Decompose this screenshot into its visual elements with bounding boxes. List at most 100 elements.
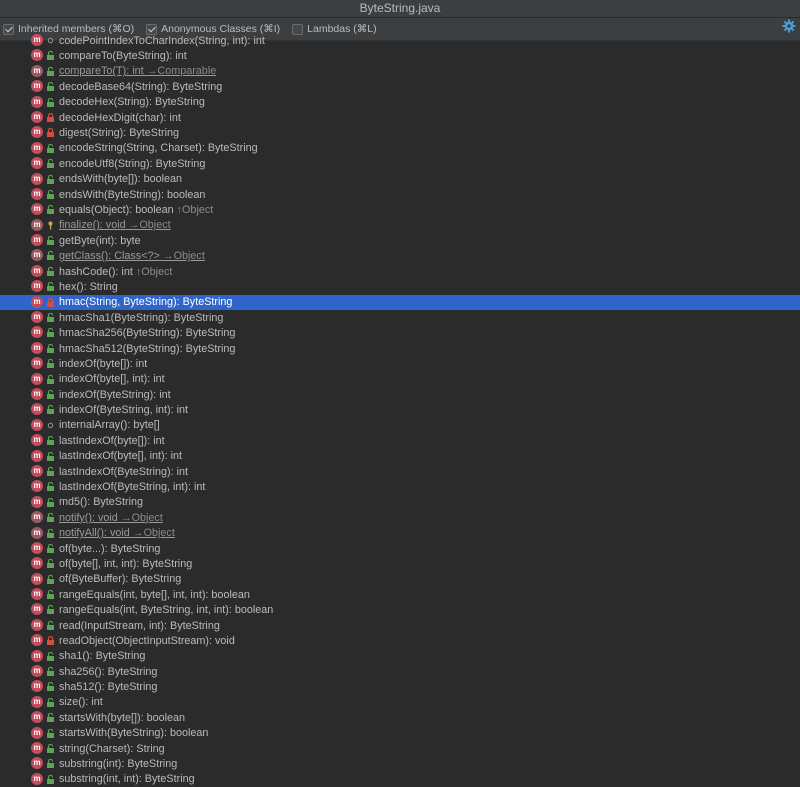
member-row[interactable]: m lastIndexOf(ByteString, int): int <box>0 479 800 494</box>
member-row[interactable]: m of(byte...): ByteString <box>0 541 800 556</box>
member-row[interactable]: m rangeEquals(int, byte[], int, int): boo… <box>0 587 800 602</box>
member-row[interactable]: m lastIndexOf(byte[], int): int <box>0 449 800 464</box>
member-row[interactable]: m hex(): String <box>0 279 800 294</box>
member-row[interactable]: m rangeEquals(int, ByteString, int, int):… <box>0 602 800 617</box>
unlock-icon <box>46 482 55 492</box>
method-icon: m <box>31 95 43 108</box>
method-icon: m <box>31 541 43 554</box>
member-row[interactable]: m finalize(): void →Object <box>0 218 800 233</box>
member-row[interactable]: m read(InputStream, int): ByteString <box>0 618 800 633</box>
unlock-icon <box>46 174 55 184</box>
member-signature-text: lastIndexOf(byte[]): int <box>59 434 165 447</box>
member-row[interactable]: m sha1(): ByteString <box>0 649 800 664</box>
member-row[interactable]: m encodeUtf8(String): ByteString <box>0 156 800 171</box>
method-icon: m <box>31 311 43 324</box>
member-row[interactable]: m sha256(): ByteString <box>0 664 800 679</box>
member-row[interactable]: m hmacSha1(ByteString): ByteString <box>0 310 800 325</box>
member-row[interactable]: m encodeString(String, Charset): ByteStri… <box>0 141 800 156</box>
member-row[interactable]: m md5(): ByteString <box>0 495 800 510</box>
member-row[interactable]: m indexOf(ByteString): int <box>0 387 800 402</box>
member-signature-text: hashCode(): int <box>59 265 133 278</box>
unlock-icon <box>46 312 55 323</box>
method-icon: m <box>31 326 43 339</box>
member-row[interactable]: m compareTo(ByteString): int <box>0 48 800 63</box>
member-signature-text: lastIndexOf(byte[], int): int <box>59 450 183 463</box>
member-row[interactable]: m decodeHexDigit(char): int <box>0 110 800 125</box>
unlock-icon <box>46 251 55 261</box>
unlock-icon <box>46 451 55 461</box>
member-row[interactable]: m hmacSha512(ByteString): ByteString <box>0 341 800 356</box>
member-row[interactable]: m substring(int): ByteString <box>0 756 800 771</box>
member-row[interactable]: m codePointIndexToCharIndex(String, int):… <box>0 33 800 48</box>
key-icon <box>46 221 55 230</box>
lock-icon <box>46 297 55 307</box>
method-icon: m <box>31 249 43 262</box>
method-icon: m <box>31 726 43 739</box>
member-row[interactable]: m internalArray(): byte[] <box>0 418 800 433</box>
method-icon: m <box>31 64 43 77</box>
member-signature-text: hmacSha1(ByteString): ByteString <box>59 311 224 324</box>
member-row[interactable]: m notify(): void →Object <box>0 510 800 525</box>
method-icon: m <box>31 418 43 431</box>
member-row[interactable]: m endsWith(ByteString): boolean <box>0 187 800 202</box>
member-row[interactable]: m substring(int, int): ByteString <box>0 772 800 787</box>
member-row[interactable]: m hashCode(): int ↑Object <box>0 264 800 279</box>
member-row[interactable]: m startsWith(ByteString): boolean <box>0 726 800 741</box>
unlock-icon <box>46 651 55 661</box>
member-row[interactable]: m lastIndexOf(ByteString): int <box>0 464 800 479</box>
method-icon: m <box>31 572 43 585</box>
unlock-icon <box>46 774 55 784</box>
member-row[interactable]: m compareTo(T): int →Comparable <box>0 64 800 79</box>
member-row[interactable]: m sha512(): ByteString <box>0 679 800 694</box>
member-row[interactable]: m decodeBase64(String): ByteString <box>0 79 800 94</box>
member-signature-text: endsWith(byte[]): boolean <box>59 173 183 186</box>
member-row[interactable]: m lastIndexOf(byte[]): int <box>0 433 800 448</box>
member-row[interactable]: m getClass(): Class<?> →Object <box>0 248 800 263</box>
member-row[interactable]: m of(byte[], int, int): ByteString <box>0 556 800 571</box>
gear-icon[interactable] <box>782 19 796 33</box>
member-row[interactable]: m endsWith(byte[]): boolean <box>0 172 800 187</box>
member-row[interactable]: m decodeHex(String): ByteString <box>0 95 800 110</box>
member-row[interactable]: m indexOf(ByteString, int): int <box>0 402 800 417</box>
unlock-icon <box>46 158 55 169</box>
member-row[interactable]: m notifyAll(): void →Object <box>0 526 800 541</box>
member-signature-text: endsWith(ByteString): boolean <box>59 188 206 201</box>
member-signature: hex(): String <box>59 281 118 293</box>
member-signature-text: substring(int): ByteString <box>59 758 178 771</box>
member-row[interactable]: m hmac(String, ByteString): ByteString <box>0 294 800 311</box>
member-signature-text: string(Charset): String <box>59 742 165 755</box>
method-icon: m <box>31 403 43 416</box>
member-signature: size(): int <box>59 696 103 708</box>
method-icon: m <box>31 464 43 477</box>
member-row[interactable]: m size(): int <box>0 695 800 710</box>
member-signature-text: sha512(): ByteString <box>59 681 158 694</box>
member-row[interactable]: m hmacSha256(ByteString): ByteString <box>0 325 800 340</box>
method-icon: m <box>31 218 43 231</box>
unlock-icon <box>46 605 55 615</box>
member-row[interactable]: m getByte(int): byte <box>0 233 800 248</box>
member-row[interactable]: m of(ByteBuffer): ByteString <box>0 572 800 587</box>
member-row[interactable]: m equals(Object): boolean ↑Object <box>0 202 800 217</box>
unlock-icon <box>46 559 55 569</box>
member-row[interactable]: m indexOf(byte[], int): int <box>0 372 800 387</box>
unlock-icon <box>46 620 55 630</box>
unlock-icon <box>46 81 55 92</box>
member-signature: hmacSha1(ByteString): ByteString <box>59 312 223 324</box>
member-signature: sha256(): ByteString <box>59 666 157 678</box>
member-signature-text: decodeBase64(String): ByteString <box>59 80 223 93</box>
member-row[interactable]: m string(Charset): String <box>0 741 800 756</box>
unlock-icon <box>46 682 55 692</box>
member-origin: ↑Object <box>176 203 214 216</box>
method-icon: m <box>31 695 43 708</box>
structure-member-list[interactable]: m codePointIndexToCharIndex(String, int):… <box>0 33 800 787</box>
member-row[interactable]: m startsWith(byte[]): boolean <box>0 710 800 725</box>
member-row[interactable]: m readObject(ObjectInputStream): void <box>0 633 800 648</box>
member-signature: indexOf(byte[]): int <box>59 358 147 370</box>
member-signature-text: decodeHexDigit(char): int <box>59 111 181 124</box>
member-row[interactable]: m digest(String): ByteString <box>0 125 800 140</box>
member-origin: ↑Object <box>135 265 173 278</box>
member-signature: decodeHexDigit(char): int <box>59 112 181 124</box>
member-signature-text: startsWith(ByteString): boolean <box>59 727 209 740</box>
member-signature: lastIndexOf(byte[], int): int <box>59 450 182 462</box>
member-row[interactable]: m indexOf(byte[]): int <box>0 356 800 371</box>
